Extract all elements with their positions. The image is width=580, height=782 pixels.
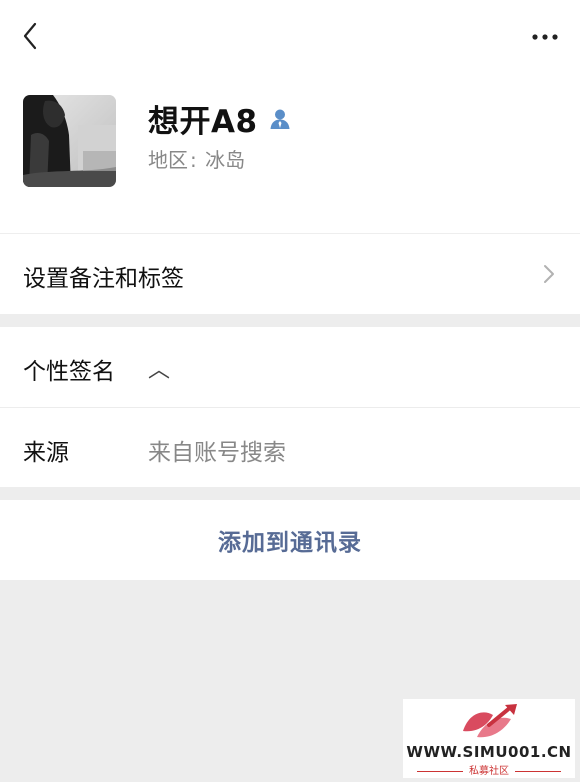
- source-row: 来源 来自账号搜索: [0, 408, 580, 487]
- add-to-contacts-button[interactable]: 添加到通讯录: [0, 500, 580, 580]
- signature-value: ︿: [148, 358, 171, 383]
- region-value: 冰岛: [205, 148, 246, 172]
- avatar[interactable]: [23, 95, 116, 187]
- chevron-left-icon: [23, 22, 37, 50]
- region-label: 地区: [148, 148, 188, 172]
- source-value: 来自账号搜索: [148, 440, 286, 466]
- more-horizontal-icon: [532, 34, 558, 40]
- region-line: 地区: 冰岛: [148, 144, 245, 173]
- watermark-url: WWW.SIMU001.CN: [406, 743, 572, 761]
- back-button[interactable]: [14, 20, 46, 52]
- contact-name: 想开A8: [148, 104, 258, 140]
- remark-label: 设置备注和标签: [23, 266, 184, 292]
- signature-label: 个性签名: [23, 359, 115, 385]
- source-label: 来源: [23, 440, 69, 466]
- add-contact-row: 添加到通讯录: [0, 500, 580, 580]
- watermark: WWW.SIMU001.CN 私募社区: [403, 699, 575, 778]
- set-remark-and-tags-row[interactable]: 设置备注和标签: [0, 233, 580, 314]
- top-bar: [0, 0, 580, 76]
- profile-header: 想开A8 地区: 冰岛: [0, 76, 580, 233]
- more-button[interactable]: [528, 22, 562, 52]
- signature-row: 个性签名 ︿: [0, 327, 580, 407]
- watermark-subtitle: 私募社区: [469, 766, 509, 777]
- region-separator: :: [190, 148, 197, 172]
- chevron-right-icon: [544, 265, 554, 283]
- watermark-logo-icon: [463, 704, 517, 738]
- row-divider: [23, 407, 580, 408]
- person-icon: [268, 107, 292, 131]
- avatar-image: [23, 95, 116, 187]
- watermark-subtitle-row: 私募社区: [403, 762, 575, 777]
